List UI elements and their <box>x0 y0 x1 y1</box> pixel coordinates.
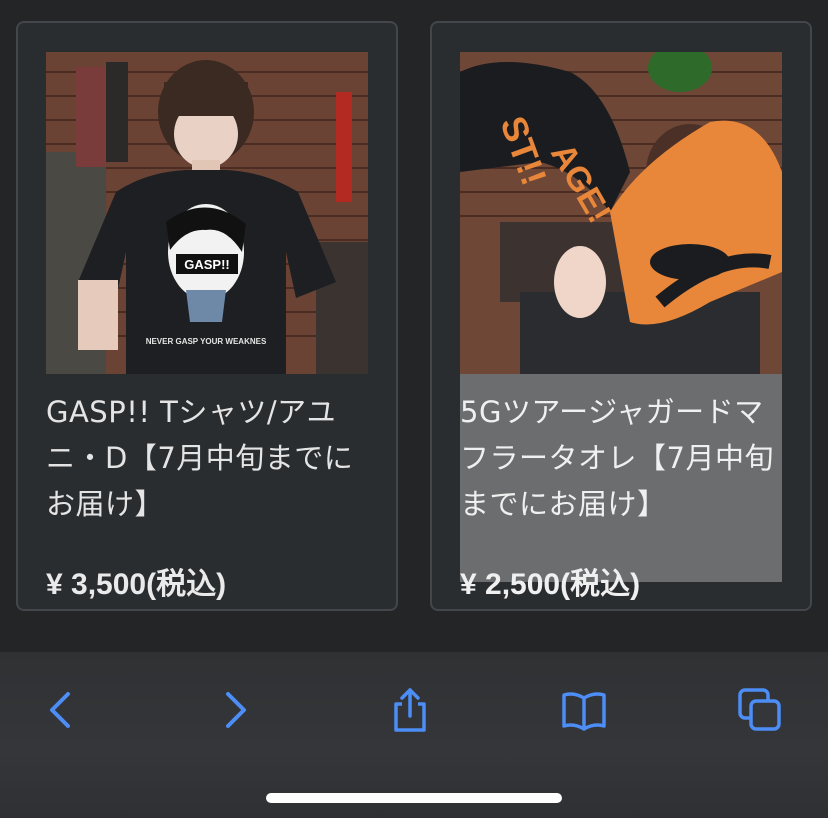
towel-photo: ST!! AGE! <box>460 52 782 374</box>
chevron-right-icon <box>226 692 246 728</box>
book-icon <box>562 692 606 731</box>
product-price: ¥ 3,500(税込) <box>46 568 227 601</box>
forward-button[interactable] <box>204 680 264 740</box>
product-card[interactable]: GASP!! NEVER GASP YOUR WEAKNES GASP!! Tシ… <box>16 21 398 611</box>
product-title[interactable]: GASP!! Tシャツ/アユニ・D【7月中旬までにお届け】 <box>46 389 368 527</box>
product-image[interactable]: GASP!! NEVER GASP YOUR WEAKNES <box>46 52 368 374</box>
product-grid: GASP!! NEVER GASP YOUR WEAKNES GASP!! Tシ… <box>0 0 828 652</box>
product-image[interactable]: ST!! AGE! <box>460 52 782 374</box>
share-button[interactable] <box>380 680 440 740</box>
product-card[interactable]: ST!! AGE! 5Gツアージャガードマフラータオレ【7月中旬までにお届け】 … <box>430 21 812 611</box>
product-title[interactable]: 5Gツアージャガードマフラータオレ【7月中旬までにお届け】 <box>460 389 782 527</box>
product-price: ¥ 2,500(税込) <box>460 568 641 601</box>
bookmarks-button[interactable] <box>554 680 614 740</box>
tshirt-photo: GASP!! NEVER GASP YOUR WEAKNES <box>46 52 368 374</box>
shirt-slogan-text: NEVER GASP YOUR WEAKNES <box>146 337 267 346</box>
home-indicator[interactable] <box>266 793 562 803</box>
back-button[interactable] <box>32 680 92 740</box>
tabs-icon <box>738 688 781 731</box>
page: GASP!! NEVER GASP YOUR WEAKNES GASP!! Tシ… <box>0 0 828 818</box>
share-icon <box>394 688 426 732</box>
chevron-left-icon <box>50 692 70 728</box>
tabs-button[interactable] <box>730 680 790 740</box>
shirt-print-text: GASP!! <box>184 257 230 272</box>
